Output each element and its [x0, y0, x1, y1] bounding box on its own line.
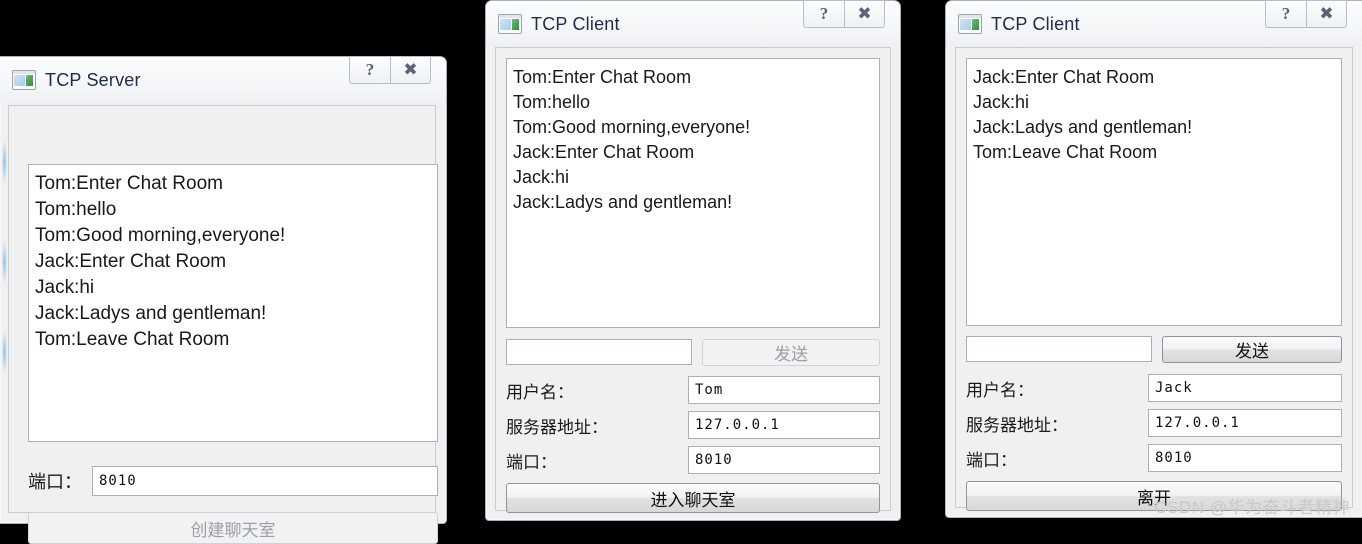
- send-button[interactable]: 发送: [1162, 336, 1342, 363]
- server-address-label: 服务器地址：: [966, 415, 1068, 435]
- username-label: 用户名：: [506, 382, 574, 402]
- window-title: TCP Server: [45, 69, 141, 90]
- server-address-label: 服务器地址：: [506, 417, 608, 437]
- port-label: 端口：: [28, 472, 82, 492]
- message-line: Jack:hi: [35, 277, 95, 298]
- message-line: Tom:Enter Chat Room: [513, 67, 692, 87]
- close-icon[interactable]: ✖: [844, 0, 885, 28]
- message-line: Jack:Enter Chat Room: [513, 142, 695, 162]
- titlebar-tcp-client-tom[interactable]: TCP Client ? ✖: [486, 0, 900, 47]
- titlebar-buttons: ? ✖: [803, 0, 885, 28]
- message-line: Jack:Ladys and gentleman!: [513, 192, 733, 212]
- window-tcp-client-jack[interactable]: TCP Client ? ✖ Jack:Enter Chat Room Jack…: [945, 0, 1362, 518]
- help-icon[interactable]: ?: [1265, 0, 1306, 28]
- message-line: Jack:Ladys and gentleman!: [35, 303, 267, 324]
- username-input[interactable]: Jack: [1148, 374, 1342, 402]
- message-line: Tom:Leave Chat Room: [35, 329, 230, 350]
- help-icon[interactable]: ?: [803, 0, 844, 28]
- message-list-client[interactable]: Tom:Enter Chat Room Tom:hello Tom:Good m…: [506, 58, 880, 328]
- username-row: 用户名： Jack: [966, 374, 1342, 402]
- message-line: Jack:Enter Chat Room: [35, 251, 227, 272]
- window-tcp-server[interactable]: TCP Server ? ✖ Tom:Enter Chat Room Tom:h…: [0, 56, 447, 544]
- application-window-icon: [958, 14, 982, 34]
- port-input[interactable]: 8010: [688, 446, 880, 474]
- username-label: 用户名：: [966, 380, 1034, 400]
- message-line: Tom:hello: [35, 199, 117, 220]
- port-row: 端口： 8010: [966, 444, 1342, 472]
- message-list-client[interactable]: Jack:Enter Chat Room Jack:hi Jack:Ladys …: [966, 58, 1342, 326]
- message-line: Tom:Good morning,everyone!: [513, 117, 751, 137]
- help-icon[interactable]: ?: [349, 56, 390, 84]
- window-title: TCP Client: [991, 13, 1080, 34]
- client-area-tcp-server: Tom:Enter Chat Room Tom:hello Tom:Good m…: [8, 105, 438, 544]
- close-icon[interactable]: ✖: [390, 56, 431, 84]
- client-area-tcp-client-tom: Tom:Enter Chat Room Tom:hello Tom:Good m…: [495, 47, 891, 513]
- port-input[interactable]: 8010: [1148, 444, 1342, 472]
- window-title: TCP Client: [531, 13, 620, 34]
- enter-chat-room-button[interactable]: 进入聊天室: [506, 483, 880, 513]
- send-row: 发送: [506, 339, 880, 366]
- port-label: 端口：: [506, 452, 557, 472]
- application-window-icon: [498, 14, 522, 34]
- application-window-icon: [12, 70, 36, 90]
- message-line: Jack:Ladys and gentleman!: [973, 117, 1193, 137]
- create-chat-room-button[interactable]: 创建聊天室: [28, 512, 438, 544]
- username-input[interactable]: Tom: [688, 376, 880, 404]
- server-address-row: 服务器地址： 127.0.0.1: [506, 411, 880, 439]
- server-address-input[interactable]: 127.0.0.1: [688, 411, 880, 439]
- send-row: 发送: [966, 336, 1342, 363]
- message-input[interactable]: [966, 336, 1152, 362]
- username-row: 用户名： Tom: [506, 376, 880, 404]
- port-row-server: 端口： 8010: [28, 466, 438, 496]
- titlebar-buttons: ? ✖: [1265, 0, 1347, 28]
- close-icon[interactable]: ✖: [1306, 0, 1347, 28]
- message-line: Jack:Enter Chat Room: [973, 67, 1155, 87]
- send-button[interactable]: 发送: [702, 339, 880, 366]
- port-input[interactable]: 8010: [92, 466, 438, 496]
- server-address-input[interactable]: 127.0.0.1: [1148, 409, 1342, 437]
- watermark: CSDN @华为奋斗者精神: [1154, 498, 1350, 517]
- message-list-server[interactable]: Tom:Enter Chat Room Tom:hello Tom:Good m…: [28, 164, 438, 442]
- server-address-row: 服务器地址： 127.0.0.1: [966, 409, 1342, 437]
- titlebar-buttons: ? ✖: [349, 56, 431, 84]
- message-line: Tom:Good morning,everyone!: [35, 225, 286, 246]
- port-row: 端口： 8010: [506, 446, 880, 474]
- titlebar-tcp-client-jack[interactable]: TCP Client ? ✖: [946, 0, 1362, 47]
- message-line: Tom:Leave Chat Room: [973, 142, 1158, 162]
- message-line: Jack:hi: [973, 92, 1030, 112]
- message-line: Jack:hi: [513, 167, 570, 187]
- message-input[interactable]: [506, 339, 692, 365]
- message-line: Tom:Enter Chat Room: [35, 173, 223, 194]
- message-line: Tom:hello: [513, 92, 591, 112]
- window-tcp-client-tom[interactable]: TCP Client ? ✖ Tom:Enter Chat Room Tom:h…: [485, 0, 901, 521]
- client-area-tcp-client-jack: Jack:Enter Chat Room Jack:hi Jack:Ladys …: [955, 47, 1353, 511]
- titlebar-tcp-server[interactable]: TCP Server ? ✖: [0, 56, 446, 103]
- port-label: 端口：: [966, 450, 1017, 470]
